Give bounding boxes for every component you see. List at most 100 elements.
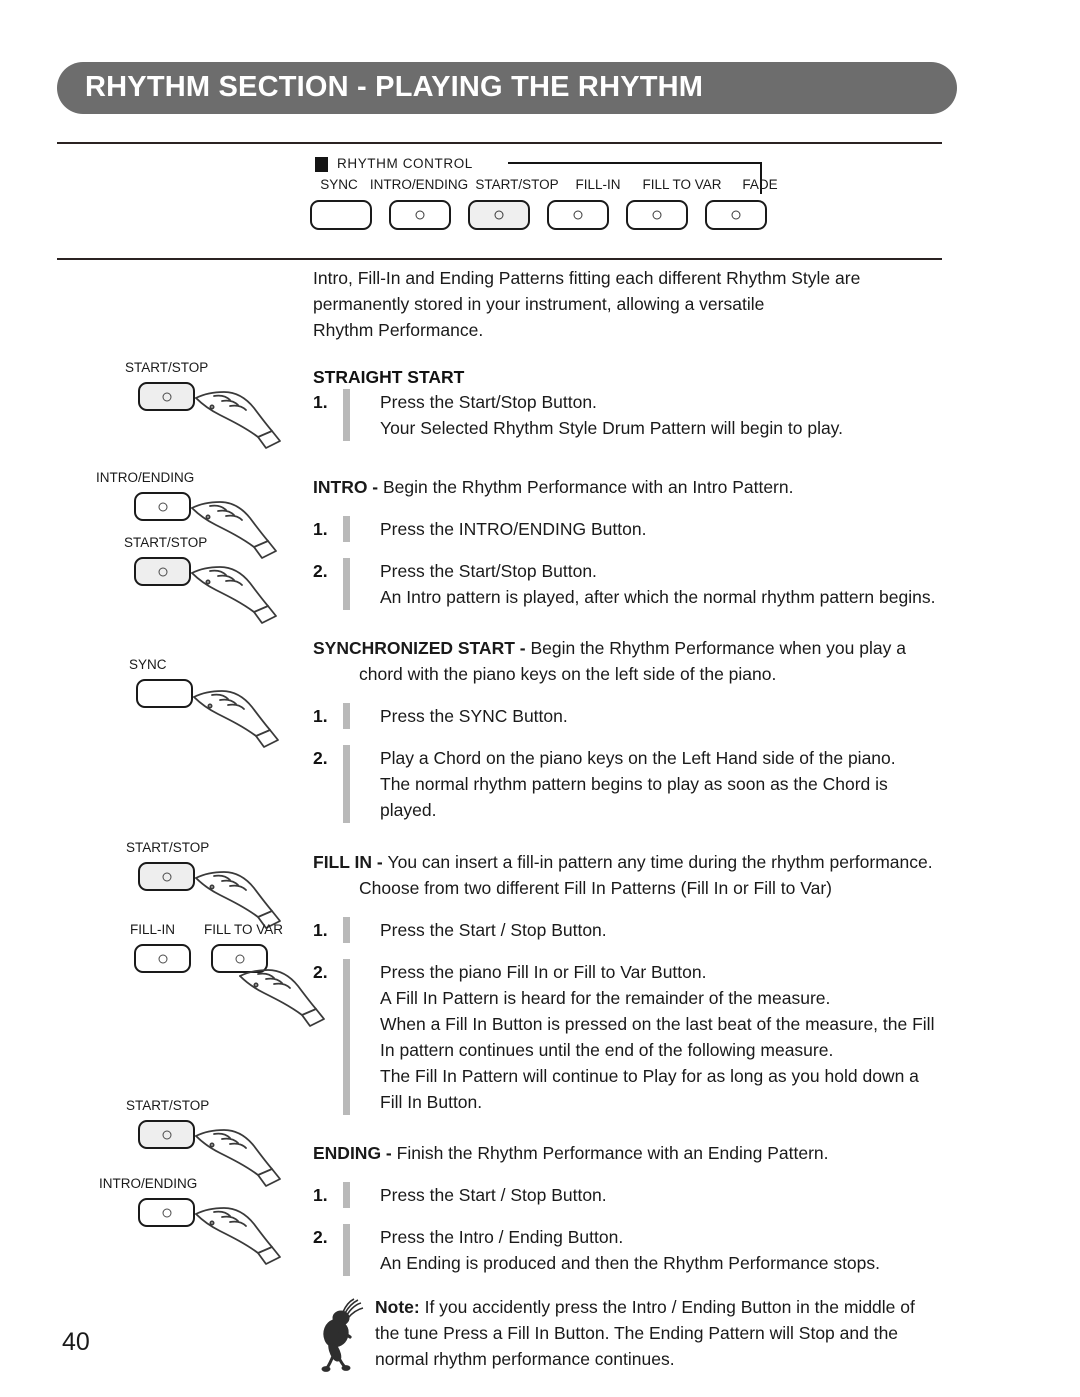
- step-text-line: A Fill In Pattern is heard for the remai…: [380, 988, 831, 1008]
- step-marker-bar: [343, 516, 350, 542]
- panel-label-fade: FADE: [742, 177, 778, 192]
- lead-body-intro: Begin the Rhythm Performance with an Int…: [383, 477, 794, 497]
- led-indicator-icon: [158, 567, 167, 576]
- figure-button-fill-in[interactable]: [134, 944, 191, 973]
- intro-paragraph: Intro, Fill-In and Ending Patterns fitti…: [313, 265, 953, 343]
- step-number: 1.: [313, 519, 328, 539]
- step-text: Press the SYNC Button.: [380, 703, 953, 729]
- lead-ending: ENDING - Finish the Rhythm Performance w…: [313, 1140, 953, 1166]
- panel-label-start-stop: START/STOP: [475, 177, 559, 192]
- main-content-column: Intro, Fill-In and Ending Patterns fitti…: [313, 265, 953, 1372]
- figure-label-fill-to-var: FILL TO VAR: [204, 922, 284, 937]
- kokopelli-icon: [313, 1296, 369, 1372]
- lead-body-fill-in: You can insert a fill-in pattern any tim…: [387, 852, 933, 872]
- figure-button-intro-ending[interactable]: [138, 1198, 195, 1227]
- step-marker-bar: [343, 745, 350, 823]
- panel-button-fade[interactable]: [705, 200, 767, 230]
- lead-intro: INTRO - Begin the Rhythm Performance wit…: [313, 474, 953, 500]
- rhythm-control-panel: RHYTHM CONTROL SYNC INTRO/ENDING START/S…: [310, 155, 790, 250]
- panel-button-intro-ending[interactable]: [389, 200, 451, 230]
- panel-label-row: SYNC INTRO/ENDING START/STOP FILL-IN FIL…: [310, 177, 790, 197]
- step-text-line: Press the piano Fill In or Fill to Var B…: [380, 962, 707, 982]
- step-text-line: Press the SYNC Button.: [380, 706, 568, 726]
- note-text-line: normal rhythm performance continues.: [375, 1349, 675, 1369]
- panel-label-fill-to-var: FILL TO VAR: [642, 177, 722, 192]
- step-marker-bar: [343, 389, 350, 441]
- step-text-line: Your Selected Rhythm Style Drum Pattern …: [380, 418, 843, 438]
- lead-body-synchronized-start: Begin the Rhythm Performance when you pl…: [530, 638, 906, 658]
- figure-sync: SYNC: [126, 657, 316, 762]
- figure-fill-in: START/STOP FILL-IN FILL TO VAR: [126, 840, 346, 1030]
- led-indicator-icon: [162, 1130, 171, 1139]
- led-indicator-icon: [158, 954, 167, 963]
- figure-button-intro-ending[interactable]: [134, 492, 191, 521]
- lead-body-ending: Finish the Rhythm Performance with an En…: [396, 1143, 829, 1163]
- led-indicator-icon: [573, 210, 583, 220]
- step-text-line: The Fill In Pattern will continue to Pla…: [380, 1066, 919, 1086]
- intro-paragraph-line: permanently stored in your instrument, a…: [313, 294, 765, 314]
- figure-ending: START/STOP INTRO/ENDING: [99, 1098, 319, 1283]
- lead-term-synchronized-start: SYNCHRONIZED START -: [313, 638, 531, 658]
- step-text-line: Press the Intro / Ending Button.: [380, 1227, 624, 1247]
- figure-button-start-stop[interactable]: [138, 862, 195, 891]
- figure-button-start-stop[interactable]: [134, 557, 191, 586]
- step-text: Press the Start / Stop Button.: [380, 917, 953, 943]
- led-indicator-icon: [415, 210, 425, 220]
- lead-continuation-synchronized-start: chord with the piano keys on the left si…: [359, 664, 777, 684]
- figure-button-start-stop[interactable]: [138, 1120, 195, 1149]
- panel-button-fill-in[interactable]: [547, 200, 609, 230]
- step-number: 2.: [313, 561, 328, 581]
- step-item: 1. Press the Start / Stop Button.: [313, 917, 953, 943]
- step-item: 1. Press the SYNC Button.: [313, 703, 953, 729]
- pointing-hand-icon: [192, 1122, 284, 1194]
- pointing-hand-icon: [192, 1200, 284, 1272]
- figure-button-start-stop[interactable]: [138, 382, 195, 411]
- panel-button-sync[interactable]: [310, 200, 372, 230]
- heading-straight-start: STRAIGHT START: [313, 367, 465, 387]
- step-number: 2.: [313, 748, 328, 768]
- page-title: RHYTHM SECTION - PLAYING THE RHYTHM: [85, 70, 704, 103]
- note-text: Note: If you accidently press the Intro …: [375, 1294, 953, 1372]
- step-text-line: The normal rhythm pattern begins to play…: [380, 774, 888, 794]
- figure-label-start-stop: START/STOP: [125, 360, 209, 375]
- figure-button-sync[interactable]: [136, 679, 193, 708]
- step-text-line: An Intro pattern is played, after which …: [380, 587, 936, 607]
- page-header-banner: RHYTHM SECTION - PLAYING THE RHYTHM: [57, 62, 957, 114]
- step-text-line: Fill In Button.: [380, 1092, 483, 1112]
- step-text-line: Press the INTRO/ENDING Button.: [380, 519, 647, 539]
- step-text-line: played.: [380, 800, 437, 820]
- step-item: 1. Press the INTRO/ENDING Button.: [313, 516, 953, 542]
- figure-label-sync: SYNC: [129, 657, 167, 672]
- step-text-line: When a Fill In Button is pressed on the …: [380, 1014, 935, 1034]
- panel-button-fill-to-var[interactable]: [626, 200, 688, 230]
- intro-paragraph-line: Intro, Fill-In and Ending Patterns fitti…: [313, 268, 861, 288]
- led-indicator-icon: [162, 392, 171, 401]
- figure-intro: INTRO/ENDING START/STOP: [96, 470, 311, 645]
- step-number: 1.: [313, 706, 328, 726]
- pointing-hand-icon: [192, 384, 284, 456]
- step-text-line: Press the Start / Stop Button.: [380, 1185, 607, 1205]
- panel-button-start-stop[interactable]: [468, 200, 530, 230]
- step-text: Press the Intro / Ending Button. An Endi…: [380, 1224, 953, 1276]
- led-indicator-icon: [731, 210, 741, 220]
- led-indicator-icon: [652, 210, 662, 220]
- step-item: 2. Press the Start/Stop Button. An Intro…: [313, 558, 953, 610]
- figure-label-start-stop: START/STOP: [124, 535, 208, 550]
- lead-term-ending: ENDING -: [313, 1143, 397, 1163]
- pointing-hand-icon: [190, 683, 282, 755]
- led-indicator-icon: [162, 872, 171, 881]
- figure-label-intro-ending: INTRO/ENDING: [96, 470, 195, 485]
- note-callout: Note: If you accidently press the Intro …: [313, 1294, 953, 1372]
- pointing-hand-icon: [236, 962, 328, 1034]
- step-marker-bar: [343, 1182, 350, 1208]
- step-item: 2. Play a Chord on the piano keys on the…: [313, 745, 953, 823]
- step-number: 1.: [313, 392, 328, 412]
- note-text-line: the tune Press a Fill In Button. The End…: [375, 1323, 899, 1343]
- step-item: 2. Press the Intro / Ending Button. An E…: [313, 1224, 953, 1276]
- intro-paragraph-line: Rhythm Performance.: [313, 320, 484, 340]
- lead-fill-in: FILL IN - You can insert a fill-in patte…: [313, 849, 953, 901]
- step-text: Press the Start/Stop Button. An Intro pa…: [380, 558, 953, 610]
- lead-term-intro: INTRO -: [313, 477, 383, 497]
- step-text: Play a Chord on the piano keys on the Le…: [380, 745, 953, 823]
- divider-bottom: [57, 258, 942, 260]
